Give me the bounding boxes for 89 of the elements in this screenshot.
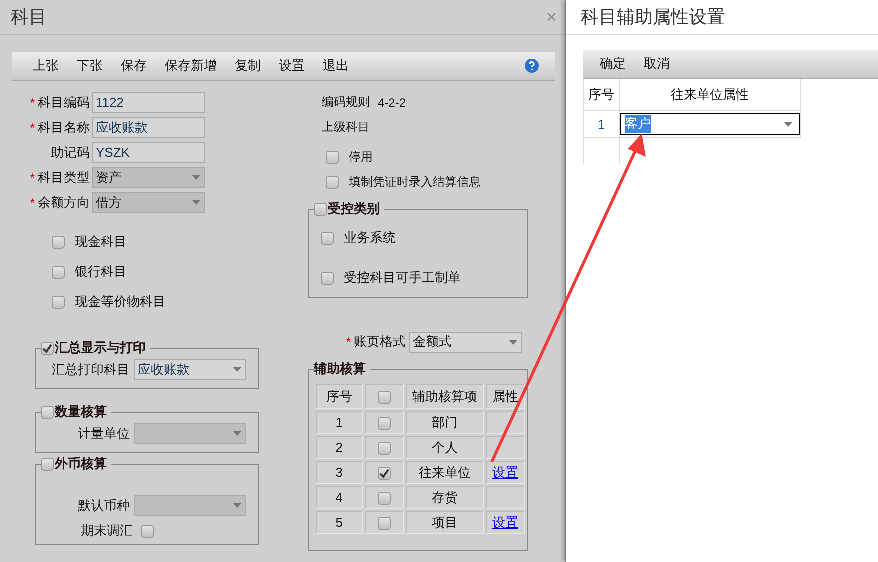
field-label: 默认币种: [78, 496, 130, 514]
checkbox-label: 业务系统: [344, 229, 396, 247]
field-label: 汇总打印科目: [52, 360, 130, 378]
table-cell: 1: [316, 411, 363, 434]
checkbox[interactable]: [41, 342, 54, 354]
checkbox[interactable]: [378, 492, 391, 506]
checkbox[interactable]: [378, 442, 391, 456]
checkbox[interactable]: [41, 458, 54, 470]
field-label: 编码规则: [322, 94, 370, 111]
required-mark: *: [30, 120, 35, 134]
table-cell: 部门: [406, 411, 484, 434]
field-label: 余额方向: [38, 194, 90, 212]
caret-icon: [233, 431, 242, 436]
input-field[interactable]: YSZK: [92, 142, 205, 163]
checkbox[interactable]: [321, 272, 334, 284]
checkbox[interactable]: [321, 232, 334, 244]
field-label: 助记码: [51, 144, 90, 162]
checkbox-label: 受控科目可手工制单: [344, 269, 461, 287]
toolbar-button[interactable]: 复制: [226, 55, 270, 77]
checkbox[interactable]: [378, 391, 391, 404]
checkbox[interactable]: [326, 176, 339, 189]
checkbox[interactable]: [326, 151, 339, 164]
code-rule-value: 4-2-2: [378, 96, 406, 110]
toolbar-button[interactable]: 上张: [24, 55, 68, 77]
checkbox[interactable]: [141, 524, 154, 538]
checkbox[interactable]: [52, 296, 65, 308]
group-title: 受控类别: [328, 200, 380, 218]
column-header: 往来单位属性: [620, 79, 800, 110]
toolbar-button[interactable]: 确定: [591, 53, 635, 75]
column-header: 序号: [584, 79, 620, 110]
toolbar-button[interactable]: 设置: [270, 55, 314, 77]
dropdown[interactable]: 客户: [620, 113, 800, 135]
input-field[interactable]: 应收账款: [92, 117, 205, 138]
table-cell: 项目: [406, 511, 484, 534]
table-cell: 存货: [406, 486, 484, 509]
toolbar-button[interactable]: 取消: [635, 53, 679, 75]
field-label: 科目编码: [38, 94, 90, 112]
checkbox[interactable]: [378, 417, 391, 430]
required-mark: *: [30, 96, 35, 110]
help-icon[interactable]: [525, 59, 539, 73]
required-mark: *: [346, 335, 351, 349]
field-label: 账页格式: [354, 333, 406, 351]
checkbox[interactable]: [314, 202, 327, 216]
checkbox[interactable]: [52, 236, 65, 248]
table-cell: 3: [316, 461, 363, 484]
field-label: 计量单位: [78, 424, 130, 442]
column-header: 序号: [316, 384, 363, 409]
table-cell: 往来单位: [406, 461, 484, 484]
caret-icon: [192, 175, 201, 180]
group-title: 数量核算: [55, 403, 107, 421]
checkbox-label: 现金等价物科目: [75, 293, 166, 311]
column-header: 辅助核算项: [406, 384, 484, 409]
required-mark: *: [30, 170, 35, 184]
caret-icon: [233, 367, 242, 372]
checkbox-label: 银行科目: [75, 263, 127, 281]
table-cell: 1: [584, 110, 620, 138]
table-cell: 个人: [406, 436, 484, 459]
table-cell: 5: [316, 511, 363, 534]
table-cell: 4: [316, 486, 363, 509]
checkbox-label: 停用: [349, 149, 373, 166]
field-label: 科目名称: [38, 118, 90, 136]
dialog-title: 科目辅助属性设置: [566, 0, 878, 35]
checkbox[interactable]: [52, 266, 65, 278]
required-mark: *: [30, 196, 35, 210]
caret-icon: [233, 503, 242, 508]
field-label: 科目类型: [38, 168, 90, 186]
window-title: 科目: [11, 6, 47, 29]
group-title: 外币核算: [55, 455, 107, 473]
group-title: 汇总显示与打印: [55, 339, 146, 357]
checkbox-label: 现金科目: [75, 233, 127, 251]
toolbar-button[interactable]: 退出: [314, 55, 358, 77]
dropdown[interactable]: 应收账款: [134, 359, 246, 380]
column-header: 属性: [486, 384, 525, 409]
field-label: 上级科目: [321, 119, 371, 136]
toolbar-button[interactable]: 保存: [112, 55, 156, 77]
field-label: 期末调汇: [81, 522, 133, 540]
toolbar-button[interactable]: 下张: [68, 55, 112, 77]
table-cell: 2: [316, 436, 363, 459]
caret-icon: [192, 200, 201, 205]
caret-icon: [784, 122, 793, 126]
checkbox-label: 填制凭证时录入结算信息: [349, 174, 481, 191]
group-title: 辅助核算: [314, 360, 366, 378]
checkbox[interactable]: [378, 517, 391, 530]
checkbox[interactable]: [41, 406, 54, 418]
caret-icon: [509, 340, 518, 344]
toolbar-button[interactable]: 保存新增: [156, 55, 226, 77]
dropdown[interactable]: 金额式: [409, 332, 522, 352]
input-field[interactable]: 1122: [92, 92, 205, 113]
checkbox[interactable]: [378, 467, 391, 480]
